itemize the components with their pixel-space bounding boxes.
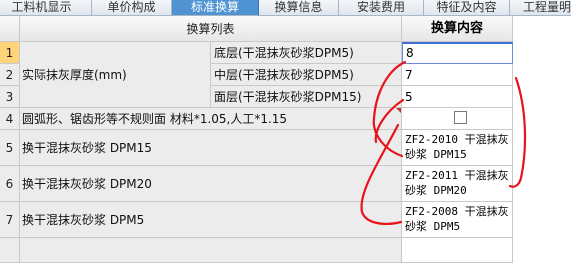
row-number-empty — [0, 238, 20, 263]
tab-quantity[interactable]: 工程量明 — [510, 0, 571, 16]
empty-row — [20, 238, 402, 263]
tab-features[interactable]: 特征及内容 — [424, 0, 510, 16]
row-number[interactable]: 5 — [0, 130, 20, 166]
tab-unit-price[interactable]: 单价构成 — [92, 0, 172, 16]
row-number[interactable]: 6 — [0, 166, 20, 202]
conversion-grid: 换算列表 换算内容 1 2 3 4 5 6 7 实际抹灰厚度(mm) 底层(干混… — [0, 16, 571, 263]
empty-row-value — [402, 238, 513, 263]
corner-header — [0, 16, 20, 42]
irregular-surface-checkbox[interactable] — [454, 111, 467, 124]
tab-material-machine[interactable]: 工料机显示 — [0, 0, 92, 16]
header-conversion-list: 换算列表 — [20, 16, 402, 42]
row-number[interactable]: 2 — [0, 64, 20, 86]
surface-thickness-input[interactable]: 5 — [402, 86, 513, 108]
tab-standard-conversion[interactable]: 标准换算 — [172, 0, 259, 16]
replace-dpm20-value[interactable]: ZF2-2011 干混抹灰砂浆 DPM20 — [402, 166, 513, 202]
row-number[interactable]: 1 — [0, 42, 20, 64]
replace-dpm5-label: 换干混抹灰砂浆 DPM5 — [20, 202, 402, 238]
bottom-thickness-input[interactable]: 8 — [402, 42, 513, 64]
row-number[interactable]: 3 — [0, 86, 20, 108]
row-number[interactable]: 7 — [0, 202, 20, 238]
thickness-group-label: 实际抹灰厚度(mm) — [20, 42, 211, 108]
irregular-surface-text: 圆弧形、锯齿形等不规则面 材料*1.05,人工*1.15 — [22, 112, 288, 126]
layer-surface-label: 面层(干混抹灰砂浆DPM15) — [211, 86, 402, 108]
replace-dpm15-label: 换干混抹灰砂浆 DPM15 — [20, 130, 402, 166]
comment-marker-icon — [396, 108, 401, 113]
header-conversion-content: 换算内容 — [402, 16, 513, 42]
tab-conversion-info[interactable]: 换算信息 — [259, 0, 339, 16]
irregular-surface-label: 圆弧形、锯齿形等不规则面 材料*1.05,人工*1.15 — [20, 108, 402, 130]
replace-dpm20-label: 换干混抹灰砂浆 DPM20 — [20, 166, 402, 202]
grid-empty-area — [513, 16, 571, 263]
row-number[interactable]: 4 — [0, 108, 20, 130]
tab-bar: 工料机显示 单价构成 标准换算 换算信息 安装费用 特征及内容 工程量明 — [0, 0, 571, 16]
middle-thickness-input[interactable]: 7 — [402, 64, 513, 86]
layer-bottom-label: 底层(干混抹灰砂浆DPM5) — [211, 42, 402, 64]
layer-middle-label: 中层(干混抹灰砂浆DPM5) — [211, 64, 402, 86]
irregular-surface-cell — [402, 108, 513, 130]
tab-install-fee[interactable]: 安装费用 — [339, 0, 424, 16]
replace-dpm5-value[interactable]: ZF2-2008 干混抹灰砂浆 DPM5 — [402, 202, 513, 238]
replace-dpm15-value[interactable]: ZF2-2010 干混抹灰砂浆 DPM15 — [402, 130, 513, 166]
